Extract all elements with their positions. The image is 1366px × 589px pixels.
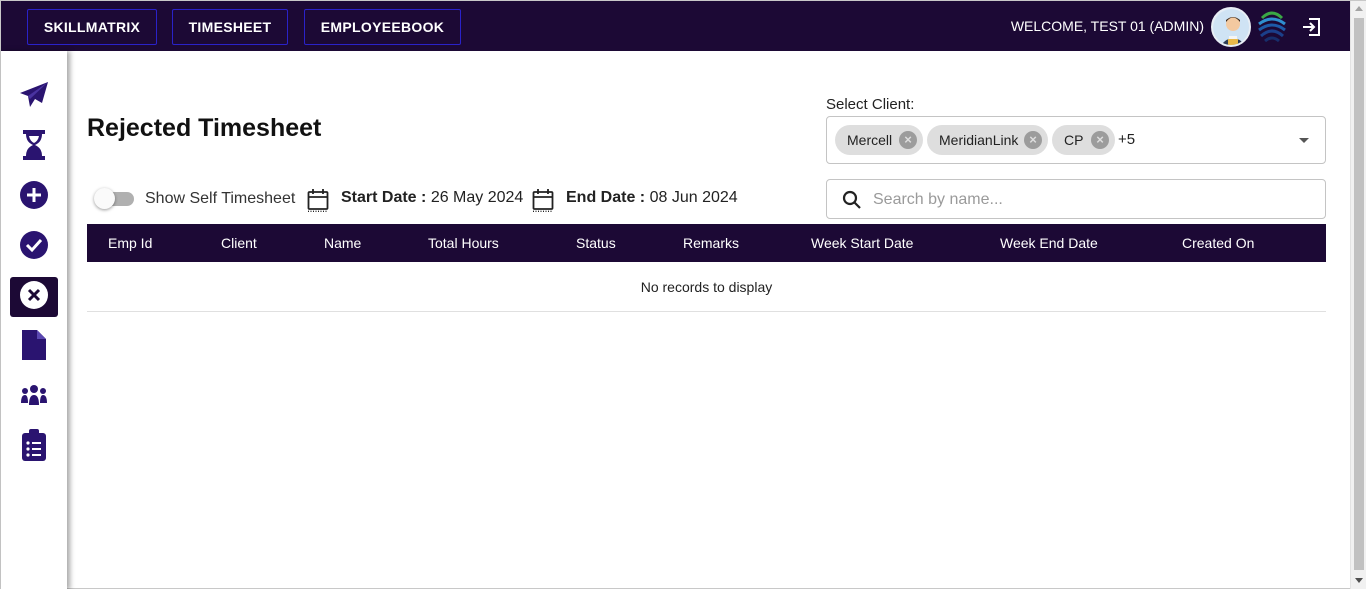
sidebar-item-pending[interactable]	[10, 127, 58, 167]
column-header-name[interactable]: Name	[324, 235, 361, 251]
chip-label: Mercell	[847, 132, 893, 148]
top-navbar: SKILLMATRIX TIMESHEET EMPLOYEEBOOK WELCO…	[1, 1, 1350, 51]
app-window: SKILLMATRIX TIMESHEET EMPLOYEEBOOK WELCO…	[0, 0, 1366, 589]
column-header-total-hours[interactable]: Total Hours	[428, 235, 499, 251]
dropdown-arrow-icon[interactable]	[1299, 138, 1309, 143]
end-calendar-icon[interactable]	[532, 188, 554, 213]
nav-skillmatrix-button[interactable]: SKILLMATRIX	[27, 9, 157, 45]
nav-employeebook-button[interactable]: EMPLOYEEBOOK	[304, 9, 461, 45]
column-header-emp-id[interactable]: Emp Id	[108, 235, 152, 251]
sidebar-item-submit[interactable]	[10, 77, 58, 117]
sidebar-item-documents[interactable]	[10, 327, 58, 367]
column-header-week-end-date[interactable]: Week End Date	[1000, 235, 1098, 251]
chip-label: MeridianLink	[939, 132, 1019, 148]
start-calendar-icon[interactable]	[307, 188, 329, 213]
sidebar-item-team[interactable]	[10, 377, 58, 417]
client-chip[interactable]: MeridianLink ×	[927, 125, 1048, 155]
scroll-up-arrow-icon[interactable]	[1355, 6, 1363, 11]
client-select[interactable]: Mercell × MeridianLink × CP × +5	[826, 116, 1326, 164]
start-date-label: Start Date :	[341, 189, 427, 206]
company-logo	[1256, 10, 1288, 44]
sidebar	[1, 51, 67, 589]
hourglass-icon	[22, 129, 46, 165]
chip-label: CP	[1064, 132, 1084, 148]
nav-timesheet-button[interactable]: TIMESHEET	[172, 9, 288, 45]
search-icon	[842, 190, 862, 210]
select-client-label: Select Client:	[826, 96, 915, 113]
team-icon	[19, 383, 49, 412]
start-date: Start Date : 26 May 2024	[341, 189, 523, 207]
sidebar-item-rejected[interactable]	[10, 277, 58, 317]
start-date-value: 26 May 2024	[430, 189, 524, 206]
sidebar-item-add[interactable]	[10, 177, 58, 217]
column-header-week-start-date[interactable]: Week Start Date	[811, 235, 913, 251]
chip-remove-icon[interactable]: ×	[1024, 131, 1042, 149]
clipboard-list-icon	[22, 428, 46, 466]
vertical-scrollbar[interactable]	[1350, 1, 1366, 589]
scroll-down-arrow-icon[interactable]	[1355, 578, 1363, 583]
user-avatar[interactable]	[1211, 7, 1251, 47]
client-chip[interactable]: CP ×	[1052, 125, 1115, 155]
x-circle-icon	[19, 280, 49, 315]
sidebar-item-approved[interactable]	[10, 227, 58, 267]
table-header: Emp Id Client Name Total Hours Status Re…	[87, 224, 1326, 262]
column-header-status[interactable]: Status	[576, 235, 616, 251]
page-title: Rejected Timesheet	[87, 114, 322, 142]
sidebar-item-reports[interactable]	[10, 427, 58, 467]
self-timesheet-label: Show Self Timesheet	[145, 190, 296, 207]
file-icon	[22, 329, 46, 365]
more-clients-count: +5	[1118, 131, 1136, 148]
check-circle-icon	[19, 230, 49, 265]
toggle-thumb[interactable]	[94, 188, 115, 209]
column-header-created-on[interactable]: Created On	[1182, 235, 1254, 251]
search-input[interactable]	[873, 188, 1303, 212]
search-box	[826, 179, 1326, 219]
end-date-value: 08 Jun 2024	[649, 189, 738, 206]
logout-icon[interactable]	[1300, 16, 1322, 38]
column-header-client[interactable]: Client	[221, 235, 257, 251]
scrollbar-thumb[interactable]	[1354, 18, 1364, 570]
column-header-remarks[interactable]: Remarks	[683, 235, 739, 251]
paper-plane-icon	[19, 81, 49, 114]
welcome-text: WELCOME, TEST 01 (ADMIN)	[1010, 18, 1204, 34]
empty-table-message: No records to display	[640, 279, 773, 295]
client-chip[interactable]: Mercell ×	[835, 125, 923, 155]
end-date: End Date : 08 Jun 2024	[566, 189, 738, 207]
chip-remove-icon[interactable]: ×	[899, 131, 917, 149]
plus-circle-icon	[19, 180, 49, 215]
table-empty-row: No records to display	[87, 262, 1326, 312]
chip-remove-icon[interactable]: ×	[1091, 131, 1109, 149]
end-date-label: End Date :	[566, 189, 646, 206]
